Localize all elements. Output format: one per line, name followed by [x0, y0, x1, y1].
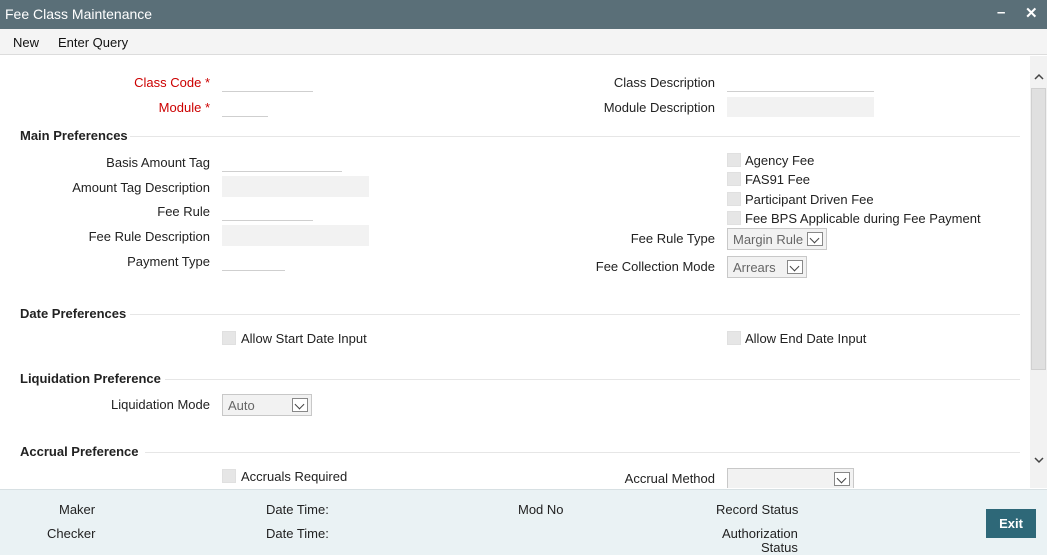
close-icon[interactable]: ✕ [1025, 4, 1038, 22]
title-bar: Fee Class Maintenance – ✕ [0, 0, 1047, 29]
accruals-required-checkbox[interactable] [222, 469, 236, 483]
class-description-input[interactable] [727, 75, 874, 92]
checker-date-time-label: Date Time: [266, 526, 329, 541]
agency-fee-label: Agency Fee [745, 153, 815, 168]
audit-footer [0, 489, 1047, 555]
authorization-status-label-line1: Authorization [722, 526, 798, 541]
participant-driven-fee-checkbox[interactable] [727, 192, 741, 206]
liquidation-preference-title: Liquidation Preference [20, 371, 161, 386]
payment-type-label: Payment Type [127, 254, 210, 269]
liquidation-mode-select[interactable]: Auto [222, 394, 312, 416]
accrual-preference-divider [145, 452, 1020, 453]
accrual-method-select[interactable] [727, 468, 854, 488]
fee-collection-mode-value: Arrears [733, 260, 776, 275]
menu-bar: New Enter Query [0, 29, 1047, 55]
fee-rule-description-field [222, 225, 369, 246]
fee-collection-mode-label: Fee Collection Mode [595, 259, 715, 274]
class-code-input[interactable] [222, 75, 313, 92]
payment-type-input[interactable] [222, 254, 285, 271]
fee-rule-label: Fee Rule [157, 204, 210, 219]
minimize-icon[interactable]: – [997, 4, 1005, 21]
module-description-label: Module Description [603, 100, 715, 115]
fas91-fee-checkbox[interactable] [727, 172, 741, 186]
maker-label: Maker [59, 502, 96, 517]
chevron-down-icon[interactable] [807, 232, 823, 246]
module-description-field [727, 97, 874, 117]
exit-button[interactable]: Exit [986, 509, 1036, 538]
agency-fee-checkbox[interactable] [727, 153, 741, 167]
fee-bps-checkbox[interactable] [727, 211, 741, 225]
date-preferences-title: Date Preferences [20, 306, 127, 321]
allow-start-date-checkbox[interactable] [222, 331, 236, 345]
accrual-method-label: Accrual Method [624, 471, 715, 486]
allow-start-date-label: Allow Start Date Input [241, 331, 367, 346]
maker-date-time-label: Date Time: [266, 502, 329, 517]
liquidation-mode-label: Liquidation Mode [110, 397, 210, 412]
menu-new[interactable]: New [13, 35, 39, 50]
participant-driven-fee-label: Participant Driven Fee [745, 192, 874, 207]
fas91-fee-label: FAS91 Fee [745, 172, 811, 187]
checker-label: Checker [47, 526, 96, 541]
accrual-preference-title: Accrual Preference [20, 444, 139, 459]
allow-end-date-checkbox[interactable] [727, 331, 741, 345]
fee-rule-input[interactable] [222, 204, 313, 221]
chevron-down-icon[interactable] [834, 472, 850, 486]
fee-rule-type-label: Fee Rule Type [630, 231, 715, 246]
authorization-status-label-line2: Status [761, 540, 798, 555]
scroll-down-icon[interactable] [1034, 455, 1044, 465]
fee-rule-type-value: Margin Rule [733, 232, 804, 247]
window-title: Fee Class Maintenance [5, 6, 153, 22]
fee-rule-type-select[interactable]: Margin Rule [727, 228, 827, 250]
chevron-down-icon[interactable] [292, 398, 308, 412]
form-content: Class Code * Module * Class Description … [0, 56, 1030, 488]
fee-rule-description-label: Fee Rule Description [88, 229, 210, 244]
mod-no-label: Mod No [518, 502, 564, 517]
allow-end-date-label: Allow End Date Input [745, 331, 867, 346]
basis-amount-tag-input[interactable] [222, 155, 342, 172]
chevron-down-icon[interactable] [787, 260, 803, 274]
fee-bps-label: Fee BPS Applicable during Fee Payment [745, 211, 981, 226]
liquidation-mode-value: Auto [228, 398, 255, 413]
fee-collection-mode-select[interactable]: Arrears [727, 256, 807, 278]
module-input[interactable] [222, 100, 268, 117]
scroll-up-icon[interactable] [1034, 72, 1044, 82]
basis-amount-tag-label: Basis Amount Tag [106, 155, 210, 170]
scrollbar-thumb[interactable] [1031, 88, 1046, 370]
module-label: Module * [158, 100, 210, 115]
main-preferences-divider [130, 136, 1020, 137]
amount-tag-description-field [222, 176, 369, 197]
menu-enter-query[interactable]: Enter Query [58, 35, 128, 50]
main-preferences-title: Main Preferences [20, 128, 128, 143]
record-status-label: Record Status [716, 502, 799, 517]
amount-tag-description-label: Amount Tag Description [72, 180, 210, 195]
class-description-label: Class Description [613, 75, 715, 90]
class-code-label: Class Code * [134, 75, 210, 90]
accruals-required-label: Accruals Required [241, 469, 348, 484]
date-preferences-divider [130, 314, 1020, 315]
liquidation-preference-divider [165, 379, 1020, 380]
